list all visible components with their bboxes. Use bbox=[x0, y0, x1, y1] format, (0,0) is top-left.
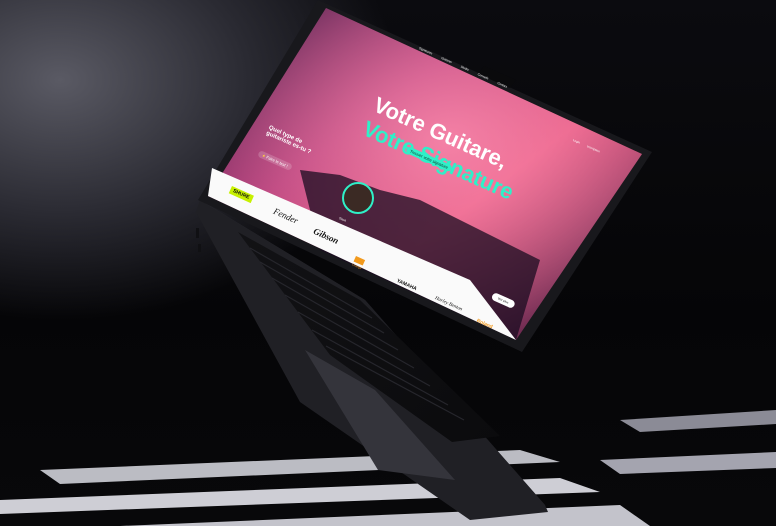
laptop-mockup bbox=[0, 0, 776, 526]
photo-scene: Votre Guitare, Votre Signature Trouver v… bbox=[0, 0, 776, 526]
